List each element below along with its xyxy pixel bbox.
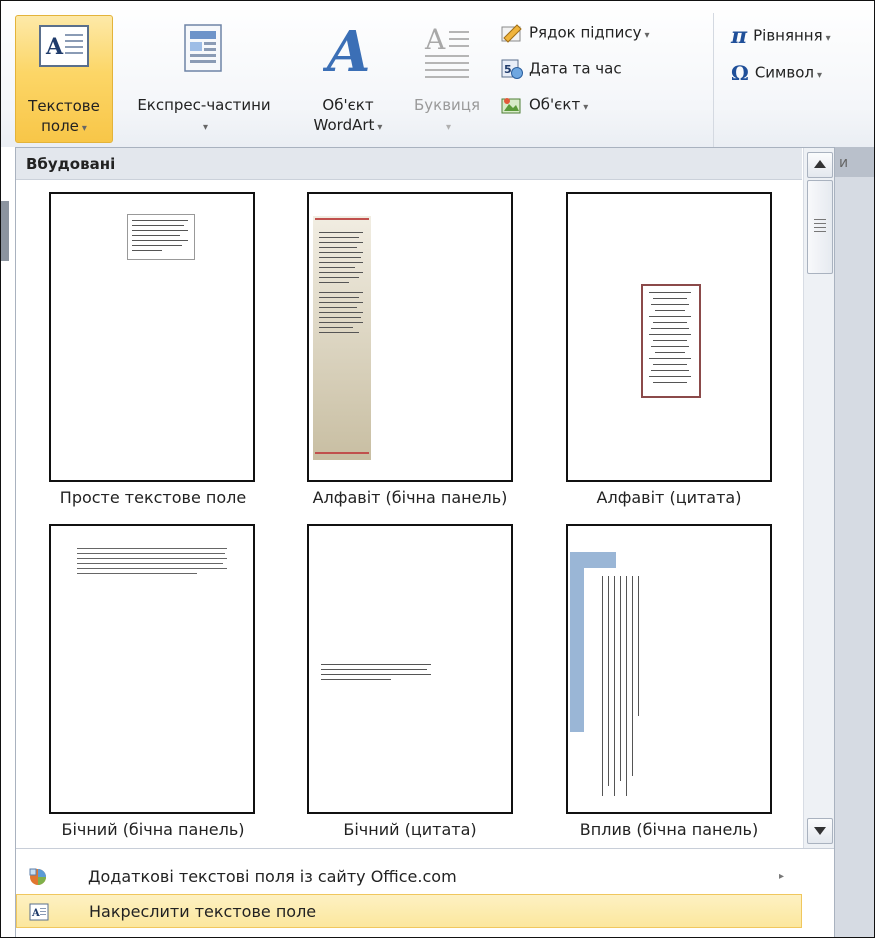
gallery-item-label: Просте текстове поле <box>59 488 247 507</box>
gallery-item-label: Бічний (цитата) <box>343 820 477 839</box>
wordart-button[interactable]: A Об'єкт WordArt ▾ <box>293 15 403 141</box>
arrow-down-icon <box>814 827 826 835</box>
preview-quote-box <box>641 284 701 398</box>
preview-vertical-text <box>598 576 654 796</box>
text-box-label-2: поле <box>41 117 79 135</box>
signature-line-label: Рядок підпису <box>529 23 642 42</box>
gallery-item-alphabet-quote[interactable] <box>566 192 772 482</box>
preview-text-box <box>127 214 195 260</box>
object-label: Об'єкт <box>529 95 581 114</box>
arrow-up-icon <box>814 160 826 168</box>
chevron-down-icon: ▾ <box>81 123 87 134</box>
svg-text:5: 5 <box>504 63 512 76</box>
draw-text-box-label: Накреслити текстове поле <box>89 902 317 921</box>
gallery-scrollbar[interactable] <box>803 148 834 848</box>
gallery-item-side-quote[interactable] <box>307 524 513 814</box>
svg-text:A: A <box>31 908 40 919</box>
equation-label: Рівняння <box>753 26 823 45</box>
preview-top-text <box>71 546 231 582</box>
ribbon-group-divider <box>713 13 714 151</box>
quick-parts-icon <box>184 24 222 72</box>
calendar-clock-icon: 5 <box>501 59 523 79</box>
gallery-item-impact-sidebar[interactable] <box>566 524 772 814</box>
svg-text:A: A <box>424 23 446 56</box>
svg-text:A: A <box>323 19 370 79</box>
equation-button[interactable]: π Рівняння ▾ <box>731 23 831 49</box>
chevron-down-icon: ▾ <box>445 122 452 133</box>
gallery-item-alphabet-sidebar[interactable] <box>307 192 513 482</box>
text-box-label-1: Текстове <box>28 97 100 115</box>
svg-text:A: A <box>45 34 64 60</box>
office-online-icon <box>29 868 46 885</box>
gallery-item-label: Алфавіт (бічна панель) <box>312 488 508 507</box>
chevron-down-icon: ▾ <box>377 122 383 133</box>
gallery-item-side-sidebar[interactable] <box>49 524 255 814</box>
symbol-button[interactable]: Ω Символ ▾ <box>731 61 822 85</box>
signature-line-button[interactable]: Рядок підпису ▾ <box>501 23 650 43</box>
object-button[interactable]: Об'єкт ▾ <box>501 95 588 115</box>
more-text-boxes-office-com[interactable]: Додаткові текстові поля із сайту Office.… <box>16 860 802 894</box>
symbol-label: Символ <box>754 63 814 82</box>
group-label-fragment: и <box>839 155 849 171</box>
scroll-down-button[interactable] <box>807 818 833 844</box>
chevron-down-icon: ▾ <box>825 32 831 44</box>
chevron-down-icon: ▾ <box>202 122 209 133</box>
pi-icon: π <box>731 23 748 49</box>
left-margin <box>1 147 15 937</box>
quick-parts-button[interactable]: Експрес-частини ▾ <box>119 15 289 141</box>
date-time-button[interactable]: 5 Дата та час <box>501 59 622 79</box>
gallery-item-simple-text-box[interactable] <box>49 192 255 482</box>
chevron-down-icon: ▾ <box>583 101 589 113</box>
preview-sidebar <box>313 216 371 460</box>
draw-text-box-button[interactable]: A Накреслити текстове поле <box>16 894 802 928</box>
document-page-edge <box>834 177 874 937</box>
gallery-item-label: Бічний (бічна панель) <box>61 820 245 839</box>
gallery-section-header: Вбудовані <box>16 148 802 180</box>
more-text-boxes-label: Додаткові текстові поля із сайту Office.… <box>88 867 457 886</box>
scroll-thumb[interactable] <box>807 180 833 274</box>
gallery-item-label: Вплив (бічна панель) <box>579 820 759 839</box>
chevron-down-icon: ▾ <box>816 69 822 81</box>
scroll-up-button[interactable] <box>807 152 833 178</box>
ribbon-insert-text-group: A Текстове поле ▾ Експрес-частини ▾ A Об… <box>1 1 874 171</box>
window: A Текстове поле ▾ Експрес-частини ▾ A Об… <box>0 0 875 938</box>
ruler-fragment <box>1 201 9 261</box>
text-box-gallery: Вбудовані Просте текстове поле Алфавіт (… <box>15 147 835 937</box>
signature-line-icon <box>501 24 522 43</box>
text-box-icon: A <box>39 25 89 67</box>
wordart-label-2: WordArt <box>313 116 375 134</box>
drop-cap-icon: A <box>424 23 469 78</box>
date-time-label: Дата та час <box>529 59 622 78</box>
preview-bar-side <box>570 552 584 732</box>
object-icon <box>501 98 521 114</box>
draw-text-box-icon: A <box>29 903 49 921</box>
quick-parts-label: Експрес-частини <box>137 96 271 114</box>
preview-quote-text <box>321 662 433 688</box>
drop-cap-label: Буквиця <box>413 96 481 114</box>
submenu-arrow-icon: ▸ <box>778 871 784 882</box>
menu-separator <box>16 848 834 849</box>
wordart-label-1: Об'єкт <box>322 96 374 114</box>
drop-cap-button[interactable]: A Буквиця ▾ <box>405 15 489 141</box>
chevron-down-icon: ▾ <box>644 29 650 41</box>
wordart-icon: A <box>323 19 370 79</box>
gallery-item-label: Алфавіт (цитата) <box>596 488 742 507</box>
text-box-button[interactable]: A Текстове поле ▾ <box>15 15 113 143</box>
omega-icon: Ω <box>731 61 749 85</box>
